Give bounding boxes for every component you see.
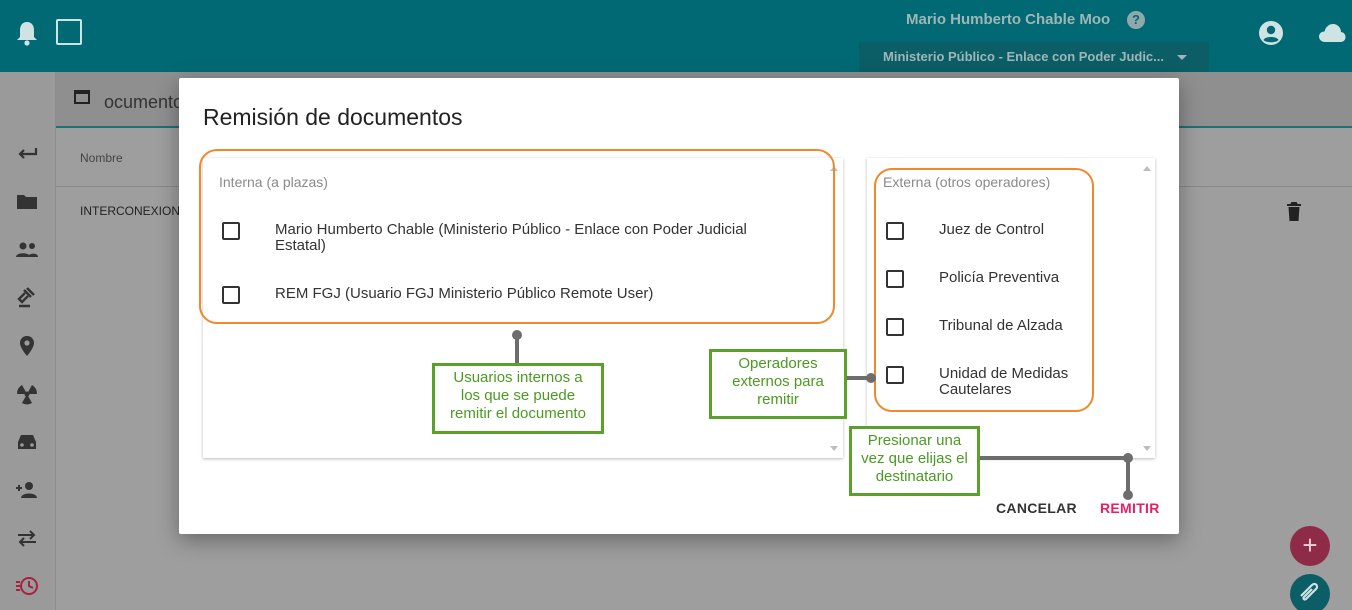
account-circle-icon[interactable] bbox=[1258, 20, 1284, 46]
remit-instruction-callout: Presionar una vez que elijas el destinat… bbox=[849, 426, 980, 496]
scroll-down-icon[interactable] bbox=[830, 446, 838, 451]
hazard-icon[interactable] bbox=[14, 382, 40, 406]
folder-icon[interactable] bbox=[14, 190, 40, 214]
connector-line bbox=[515, 334, 519, 364]
connector-line bbox=[1126, 458, 1130, 494]
top-app-bar: Mario Humberto Chable Moo ? Ministerio P… bbox=[0, 0, 1352, 72]
attach-fab-button[interactable] bbox=[1290, 574, 1330, 610]
sidebar bbox=[0, 72, 56, 610]
swap-icon[interactable] bbox=[14, 526, 40, 550]
callout-line: destinatario bbox=[875, 468, 954, 485]
back-arrow-icon[interactable] bbox=[14, 142, 40, 166]
dialog-title: Remisión de documentos bbox=[203, 104, 463, 130]
callout-line: Presionar una bbox=[867, 432, 962, 449]
callout-line: Operadores bbox=[738, 355, 818, 372]
callout-line: los que se puede bbox=[460, 387, 576, 404]
connector-dot bbox=[866, 373, 876, 383]
bell-icon[interactable] bbox=[16, 20, 38, 46]
cancel-button[interactable]: CANCELAR bbox=[996, 500, 1077, 516]
role-dropdown-value: Ministerio Público - Enlace con Poder Ju… bbox=[883, 49, 1164, 64]
user-name: Mario Humberto Chable Moo bbox=[906, 11, 1111, 28]
callout-line: remitir bbox=[757, 391, 799, 408]
history-icon[interactable] bbox=[14, 574, 40, 598]
role-dropdown[interactable]: Ministerio Público - Enlace con Poder Ju… bbox=[859, 42, 1209, 72]
paperclip-icon bbox=[1300, 582, 1319, 601]
external-operators-callout: Operadores externos para remitir bbox=[709, 349, 847, 419]
location-icon[interactable] bbox=[14, 334, 40, 358]
remit-button[interactable]: REMITIR bbox=[1100, 500, 1160, 516]
cloud-icon[interactable] bbox=[1318, 22, 1346, 44]
gavel-icon[interactable] bbox=[14, 286, 40, 310]
menu-toggle-button[interactable] bbox=[56, 19, 82, 45]
callout-line: Usuarios internos a bbox=[453, 369, 583, 386]
table-row[interactable]: INTERCONEXION bbox=[80, 204, 180, 218]
trash-icon[interactable] bbox=[1286, 202, 1302, 222]
external-highlight-outline bbox=[874, 168, 1094, 412]
scroll-down-icon[interactable] bbox=[1143, 446, 1151, 451]
people-icon[interactable] bbox=[14, 238, 40, 262]
add-fab-button[interactable]: + bbox=[1290, 526, 1330, 566]
callout-line: externos para bbox=[732, 373, 824, 390]
connector-dot bbox=[1123, 490, 1133, 500]
window-icon bbox=[74, 90, 90, 104]
help-icon[interactable]: ? bbox=[1127, 11, 1145, 29]
internal-highlight-outline bbox=[199, 149, 835, 324]
chevron-down-icon bbox=[1177, 55, 1187, 60]
scroll-up-icon[interactable] bbox=[1143, 166, 1151, 171]
person-add-icon[interactable] bbox=[14, 478, 40, 502]
column-header-name[interactable]: Nombre bbox=[80, 151, 123, 165]
car-icon[interactable] bbox=[14, 430, 40, 454]
internal-users-callout: Usuarios internos a los que se puede rem… bbox=[432, 363, 604, 434]
callout-line: vez que elijas el bbox=[861, 450, 968, 467]
callout-line: remitir el documento bbox=[450, 405, 586, 422]
connector-line bbox=[979, 456, 1129, 460]
